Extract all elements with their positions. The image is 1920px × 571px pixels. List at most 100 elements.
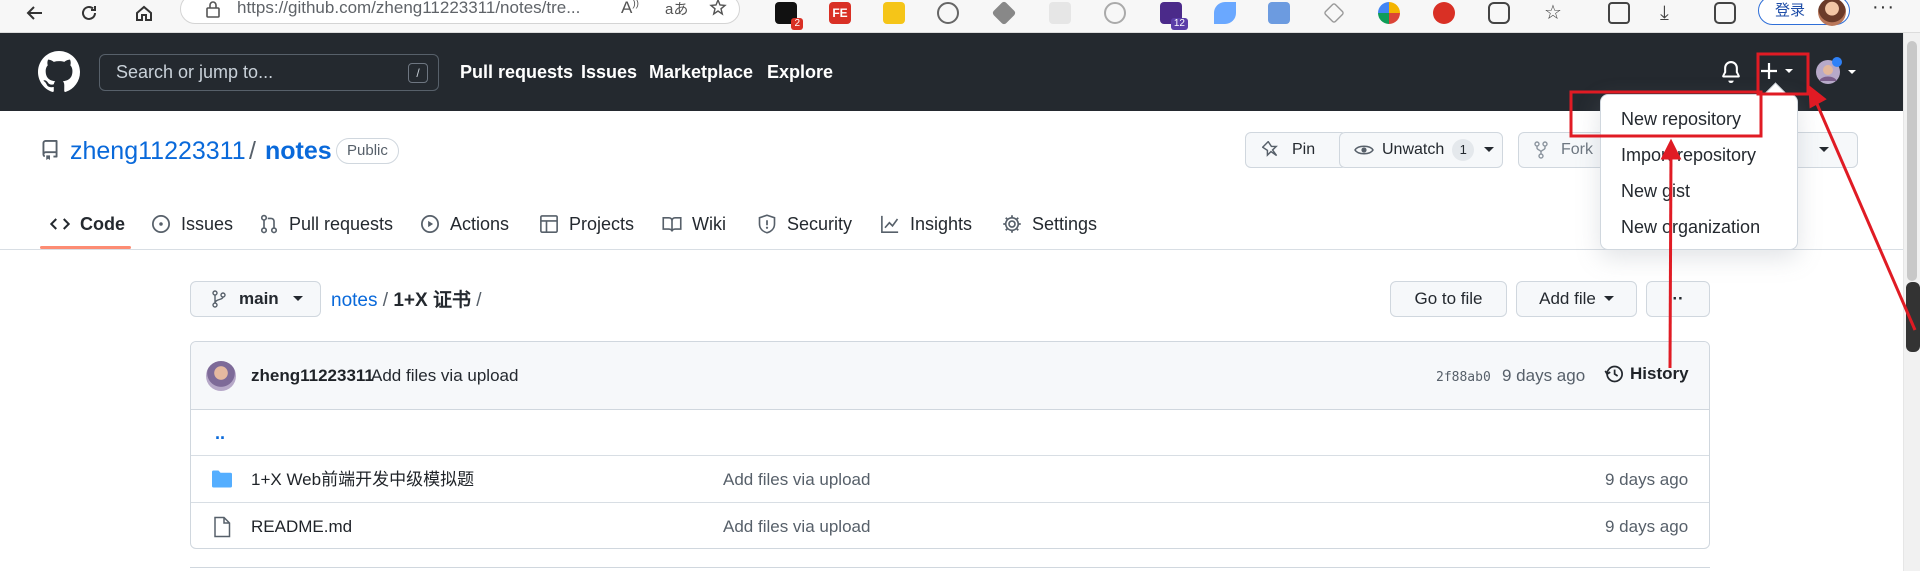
tab-label: Issues (181, 213, 234, 234)
browser-essentials-icon[interactable] (1714, 2, 1736, 24)
create-new-button[interactable] (1757, 55, 1807, 87)
add-file-button[interactable]: Add file (1516, 281, 1637, 317)
nav-explore[interactable]: Explore (767, 33, 833, 111)
book-icon (662, 216, 682, 232)
menu-item-new-organization[interactable]: New organization (1621, 215, 1760, 239)
history-label: History (1630, 364, 1689, 383)
tab-issues[interactable]: Issues (151, 206, 233, 242)
play-icon (421, 215, 439, 233)
file-name-link[interactable]: README.md (251, 516, 352, 538)
history-link[interactable]: History (1604, 364, 1689, 384)
tab-insights[interactable]: Insights (880, 206, 972, 242)
tab-actions[interactable]: Actions (420, 206, 509, 242)
avatar[interactable] (1815, 55, 1856, 87)
tab-settings[interactable]: Settings (1002, 206, 1097, 242)
commit-message-link[interactable]: Add files via upload (371, 365, 518, 387)
extension-blue-icon[interactable] (1268, 2, 1290, 24)
pin-label: Pin (1292, 141, 1316, 158)
caret-down-icon (1484, 147, 1495, 153)
extension-red-icon[interactable] (1433, 2, 1455, 24)
back-icon[interactable] (18, 0, 52, 26)
favorites-icon[interactable]: ☆ (1544, 2, 1566, 24)
read-aloud-icon[interactable]: A)) (621, 0, 639, 18)
tab-wiki[interactable]: Wiki (662, 206, 726, 242)
breadcrumb-repo-link[interactable]: notes (331, 290, 377, 311)
extension-light-icon[interactable] (1049, 2, 1071, 24)
commit-author-link[interactable]: zheng11223311 (251, 365, 374, 387)
notifications-bell-icon[interactable] (1720, 61, 1742, 83)
file-name-link[interactable]: 1+X Web前端开发中级模拟题 (251, 469, 474, 491)
tab-label: Wiki (692, 213, 726, 234)
unwatch-label: Unwatch (1382, 141, 1445, 158)
scroll-handle[interactable] (1906, 282, 1920, 352)
nav-pull-requests[interactable]: Pull requests (460, 33, 573, 111)
search-shortcut-key: / (408, 63, 428, 83)
tab-label: Projects (569, 213, 635, 234)
issue-icon (152, 215, 170, 233)
go-to-file-button[interactable]: Go to file (1390, 281, 1507, 317)
table-row[interactable]: README.md Add files via upload 9 days ag… (191, 502, 1709, 548)
extension-bird-icon[interactable] (1214, 2, 1236, 24)
favorite-add-icon[interactable] (709, 0, 729, 18)
menu-item-import-repository[interactable]: Import repository (1621, 143, 1756, 167)
translate-icon[interactable]: aあ (665, 0, 688, 19)
menu-item-new-gist[interactable]: New gist (1621, 179, 1690, 203)
extension-dots-icon[interactable] (1378, 2, 1400, 24)
extensions-puzzle-icon[interactable] (1488, 2, 1510, 24)
breadcrumb: notes / 1+X 证书 / (331, 286, 482, 316)
more-icon[interactable]: ··· (1872, 0, 1895, 19)
avatar[interactable] (206, 361, 236, 391)
tab-label: Settings (1032, 213, 1098, 234)
parent-directory-link[interactable]: .. (215, 422, 225, 444)
search-input[interactable]: Search or jump to... / (99, 54, 439, 91)
tab-projects[interactable]: Projects (539, 206, 634, 242)
refresh-icon[interactable] (72, 0, 106, 26)
repo-name-link[interactable]: notes (265, 135, 332, 167)
pin-button[interactable]: Pin (1245, 132, 1347, 168)
repo-icon (40, 140, 60, 160)
eye-icon (1354, 141, 1374, 159)
file-commit-message[interactable]: Add files via upload (723, 516, 870, 538)
fork-icon (1533, 141, 1549, 159)
extension-yellow-icon[interactable] (883, 2, 905, 24)
file-icon (213, 516, 231, 538)
extension-dark-icon[interactable]: 2 (775, 2, 803, 30)
file-age: 9 days ago (1605, 517, 1689, 536)
github-logo-icon[interactable] (38, 51, 80, 93)
tab-security[interactable]: Security (757, 206, 852, 242)
tab-pull-requests[interactable]: Pull requests (259, 206, 393, 242)
branch-name: main (239, 289, 279, 308)
star-dropdown-button[interactable] (1790, 132, 1858, 168)
table-row[interactable]: .. (191, 410, 1709, 455)
repo-owner-link[interactable]: zheng11223311 (70, 135, 246, 167)
browser-toolbar: https://github.com/zheng11223311/notes/t… (0, 0, 1920, 33)
more-options-button[interactable]: ·· (1646, 281, 1710, 317)
menu-item-new-repository[interactable]: New repository (1621, 107, 1741, 131)
file-commit-message[interactable]: Add files via upload (723, 469, 870, 491)
breadcrumb-current-folder: 1+X 证书 (393, 290, 471, 311)
extension-layers-icon[interactable] (991, 0, 1017, 26)
history-icon (1604, 364, 1624, 384)
extension-purple-icon[interactable]: 12 (1160, 2, 1188, 30)
lock-icon (205, 0, 221, 18)
branch-icon (211, 290, 227, 308)
nav-issues[interactable]: Issues (581, 33, 637, 111)
commit-sha-link[interactable]: 2f88ab0 (1436, 367, 1491, 389)
branch-select-button[interactable]: main (190, 281, 321, 317)
download-icon[interactable]: ⤓ (1660, 2, 1682, 24)
fork-button[interactable]: Fork (1518, 132, 1610, 168)
file-age: 9 days ago (1605, 470, 1689, 489)
tab-code[interactable]: Code (50, 206, 125, 242)
collections-icon[interactable] (1608, 2, 1630, 24)
extension-v-icon[interactable] (1323, 2, 1345, 24)
nav-marketplace[interactable]: Marketplace (649, 33, 753, 111)
unwatch-button[interactable]: Unwatch 1 (1339, 132, 1503, 168)
home-icon[interactable] (127, 0, 161, 26)
address-bar[interactable]: https://github.com/zheng11223311/notes/t… (180, 0, 740, 24)
extension-circle-icon[interactable] (937, 2, 959, 24)
shield-icon (758, 214, 776, 234)
fe-extension-icon[interactable]: FE (829, 2, 851, 24)
table-row[interactable]: 1+X Web前端开发中级模拟题 Add files via upload 9 … (191, 455, 1709, 502)
extension-clock-icon[interactable] (1104, 2, 1126, 24)
scrollbar-thumb[interactable] (1907, 41, 1917, 281)
